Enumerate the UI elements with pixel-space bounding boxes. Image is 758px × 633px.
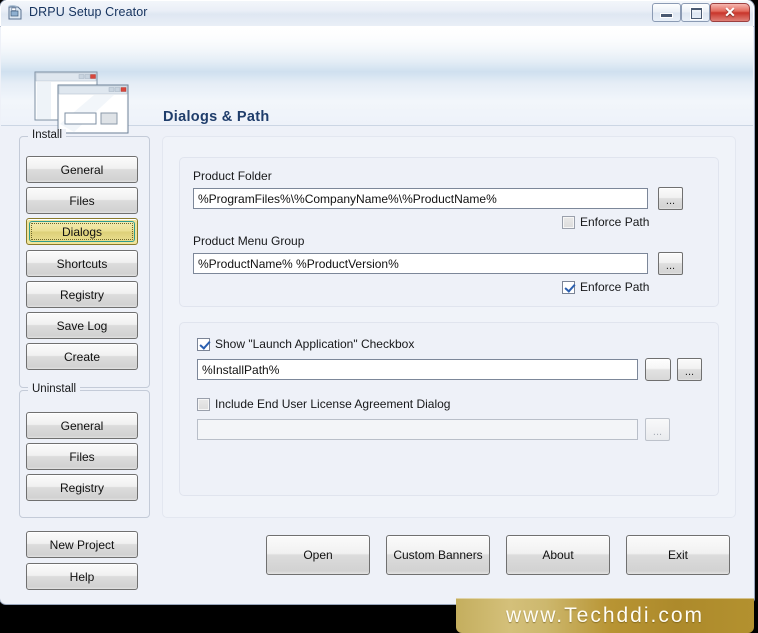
launch-application-path-input[interactable]: %InstallPath% [197,359,638,380]
checkbox-unchecked-icon[interactable] [562,215,575,229]
product-menu-group-input[interactable]: %ProductName% %ProductVersion% [193,253,648,274]
install-group-legend: Install [28,129,67,141]
sidebar-item-install-registry[interactable]: Registry [26,281,138,308]
product-folder-enforce-path-row[interactable]: Enforce Path [562,215,649,229]
checkbox-checked-icon[interactable] [562,280,575,294]
checkbox-checked-icon[interactable] [197,337,210,351]
eula-path-input[interactable] [197,419,638,440]
sidebar-item-install-dialogs[interactable]: Dialogs [26,218,138,245]
dialog-windows-illustration [34,71,132,135]
open-button[interactable]: Open [266,535,370,575]
new-project-button[interactable]: New Project [26,531,138,558]
sidebar-item-install-create[interactable]: Create [26,343,138,370]
dialogs-panel: Show "Launch Application" Checkbox %Inst… [179,322,719,496]
product-folder-label: Product Folder [193,169,272,183]
product-menu-group-label: Product Menu Group [193,234,305,248]
button-label: Dialogs [61,224,103,239]
button-label: New Project [49,537,115,552]
about-button[interactable]: About [506,535,610,575]
button-label: About [542,548,574,562]
button-label: Custom Banners [393,548,483,562]
button-label: Exit [667,548,688,562]
button-label: Files [69,193,95,208]
eula-browse-button[interactable]: ... [645,418,670,441]
sidebar-item-install-save-log[interactable]: Save Log [26,312,138,339]
button-label: General [60,418,104,433]
button-label: Registry [59,480,104,495]
header-banner: Dialogs & Path [1,26,753,134]
watermark-text: www.Techddi.com [505,603,705,627]
setup-app-icon [7,5,23,21]
paths-panel: Product Folder %ProgramFiles%\%CompanyNa… [179,157,719,307]
title-bar: DRPU Setup Creator ✕ [0,0,754,27]
help-button[interactable]: Help [26,563,138,590]
maximize-button[interactable] [681,3,710,22]
checkbox-unchecked-icon[interactable] [197,397,210,411]
button-label: Create [63,349,101,364]
minimize-button[interactable] [652,3,681,22]
watermark-badge: www.Techddi.com [456,598,754,633]
application-window: DRPU Setup Creator ✕ Dialogs & Path Inst… [0,0,754,604]
exit-button[interactable]: Exit [626,535,730,575]
sidebar-item-uninstall-registry[interactable]: Registry [26,474,138,501]
include-eula-checkbox-row[interactable]: Include End User License Agreement Dialo… [197,397,450,411]
sidebar-item-uninstall-files[interactable]: Files [26,443,138,470]
button-label: Help [69,569,95,584]
sidebar-item-install-files[interactable]: Files [26,187,138,214]
button-label: Registry [59,287,104,302]
sidebar-item-install-shortcuts[interactable]: Shortcuts [26,250,138,277]
show-launch-application-checkbox-row[interactable]: Show "Launch Application" Checkbox [197,337,414,351]
button-label: Open [303,548,333,562]
product-menu-group-browse-button[interactable]: ... [658,252,683,275]
close-button[interactable]: ✕ [710,3,750,22]
sidebar-item-uninstall-general[interactable]: General [26,412,138,439]
product-folder-input[interactable]: %ProgramFiles%\%CompanyName%\%ProductNam… [193,188,648,209]
main-content-panel: Product Folder %ProgramFiles%\%CompanyNa… [162,136,736,518]
button-label: Shortcuts [56,256,108,271]
ellipsis-icon: ... [665,195,676,207]
close-icon: ✕ [724,4,736,20]
show-launch-application-label: Show "Launch Application" Checkbox [215,337,415,351]
ellipsis-icon: ... [684,366,695,378]
product-folder-browse-button[interactable]: ... [658,187,683,210]
custom-banners-button[interactable]: Custom Banners [386,535,490,575]
ellipsis-icon: ... [652,426,663,438]
launch-application-browse-button[interactable]: ... [677,358,702,381]
button-label: Save Log [56,318,108,333]
uninstall-group-legend: Uninstall [28,383,81,395]
launch-application-pick-button[interactable] [645,358,671,381]
product-menu-group-enforce-path-row[interactable]: Enforce Path [562,280,649,294]
ellipsis-icon: ... [665,260,676,272]
include-eula-label: Include End User License Agreement Dialo… [215,397,451,411]
button-label: General [60,162,104,177]
selected-highlight: Dialogs [29,221,135,242]
product-menu-group-enforce-path-label: Enforce Path [580,280,650,294]
button-label: Files [69,449,95,464]
product-folder-enforce-path-label: Enforce Path [580,215,650,229]
page-title: Dialogs & Path [163,109,270,125]
sidebar-item-install-general[interactable]: General [26,156,138,183]
window-title: DRPU Setup Creator [29,5,148,19]
